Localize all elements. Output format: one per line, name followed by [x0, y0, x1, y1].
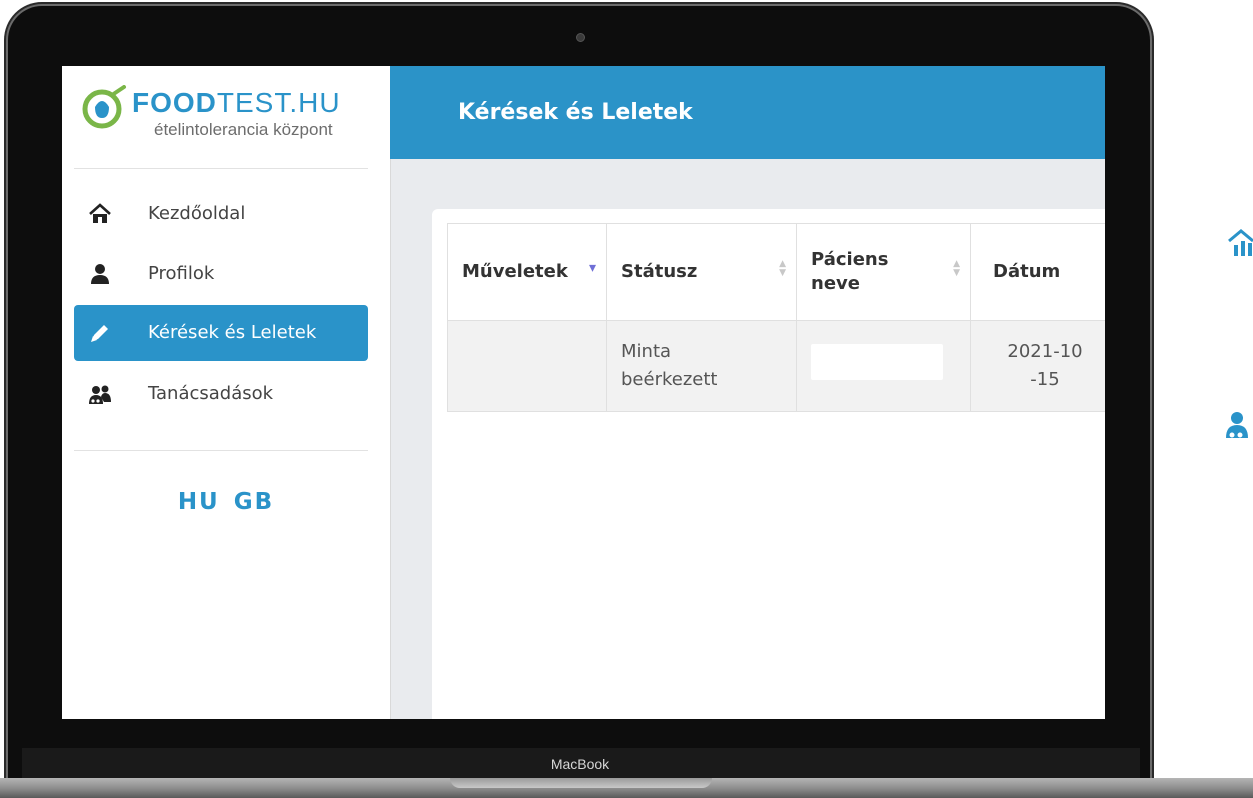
column-header-label: Dátum	[993, 261, 1061, 282]
sort-desc-icon: ▾	[588, 260, 596, 276]
patient-name-redacted	[811, 343, 943, 380]
user-icon	[91, 264, 109, 284]
column-header-date[interactable]: Dátum ▲▼	[970, 223, 1105, 321]
date-text: 2021-10-15	[1007, 341, 1083, 390]
column-header-actions[interactable]: Műveletek ▾	[447, 223, 607, 321]
table-row[interactable]: Minta beérkezett 2021-10-15	[447, 320, 1105, 412]
requests-table: Műveletek ▾ Státusz ▲▼ Páciens neve ▲▼	[447, 223, 1105, 412]
logo-name: FOODTEST.HU	[132, 86, 341, 120]
page-title: Kérések és Leletek	[458, 100, 693, 125]
logo-name-light: TEST.HU	[216, 87, 341, 118]
sidebar-item-consultations[interactable]: Tanácsadások	[74, 366, 368, 422]
sidebar-divider-bottom	[74, 450, 368, 451]
language-switcher: HU GB	[62, 489, 390, 515]
cell-patient-name	[796, 320, 971, 412]
column-header-label: Státusz	[621, 261, 698, 282]
sidebar: FOODTEST.HU ételintolerancia központ Kez…	[62, 66, 391, 719]
sidebar-item-requests[interactable]: Kérések és Leletek	[74, 305, 368, 361]
logo-name-bold: FOOD	[132, 87, 217, 118]
logo-tagline: ételintolerancia központ	[154, 120, 333, 139]
column-header-label: Műveletek	[462, 261, 568, 282]
sidebar-item-label: Kérések és Leletek	[148, 322, 317, 343]
consultation-icon	[89, 385, 111, 404]
logo[interactable]: FOODTEST.HU ételintolerancia központ	[82, 80, 382, 160]
page-header: Kérések és Leletek	[390, 66, 1105, 159]
table-header-row: Műveletek ▾ Státusz ▲▼ Páciens neve ▲▼	[447, 223, 1105, 321]
status-text: Minta beérkezett	[621, 341, 718, 390]
chart-home-icon	[1226, 228, 1253, 258]
logo-mark-icon	[82, 85, 126, 129]
language-gb[interactable]: GB	[234, 489, 274, 515]
sidebar-item-label: Kezdőoldal	[148, 203, 246, 224]
sidebar-item-label: Tanácsadások	[148, 383, 274, 404]
webcam	[576, 33, 585, 42]
sidebar-item-label: Profilok	[148, 263, 215, 284]
app-screen: FOODTEST.HU ételintolerancia központ Kez…	[62, 66, 1105, 719]
content-card: Műveletek ▾ Státusz ▲▼ Páciens neve ▲▼	[432, 209, 1105, 719]
home-icon	[89, 203, 111, 223]
sidebar-divider-top	[74, 168, 368, 169]
column-header-patient-name[interactable]: Páciens neve ▲ ▼	[796, 223, 971, 321]
sidebar-item-home[interactable]: Kezdőoldal	[74, 186, 368, 242]
sort-icon: ▲ ▼	[953, 259, 960, 278]
column-header-label: Páciens neve	[811, 249, 889, 294]
sort-icon: ▲ ▼	[779, 259, 786, 278]
laptop-base-notch	[450, 778, 712, 788]
cell-status: Minta beérkezett	[606, 320, 797, 412]
cell-date: 2021-10-15	[970, 320, 1105, 412]
laptop-brand-label: MacBook	[550, 756, 610, 772]
sidebar-item-profiles[interactable]: Profilok	[74, 246, 368, 302]
language-hu[interactable]: HU	[178, 489, 220, 515]
column-header-status[interactable]: Státusz ▲ ▼	[606, 223, 797, 321]
people-icon	[1226, 410, 1253, 440]
pencil-icon	[91, 325, 108, 342]
table-container: Műveletek ▾ Státusz ▲▼ Páciens neve ▲▼	[447, 223, 1105, 412]
cell-actions	[447, 320, 607, 412]
